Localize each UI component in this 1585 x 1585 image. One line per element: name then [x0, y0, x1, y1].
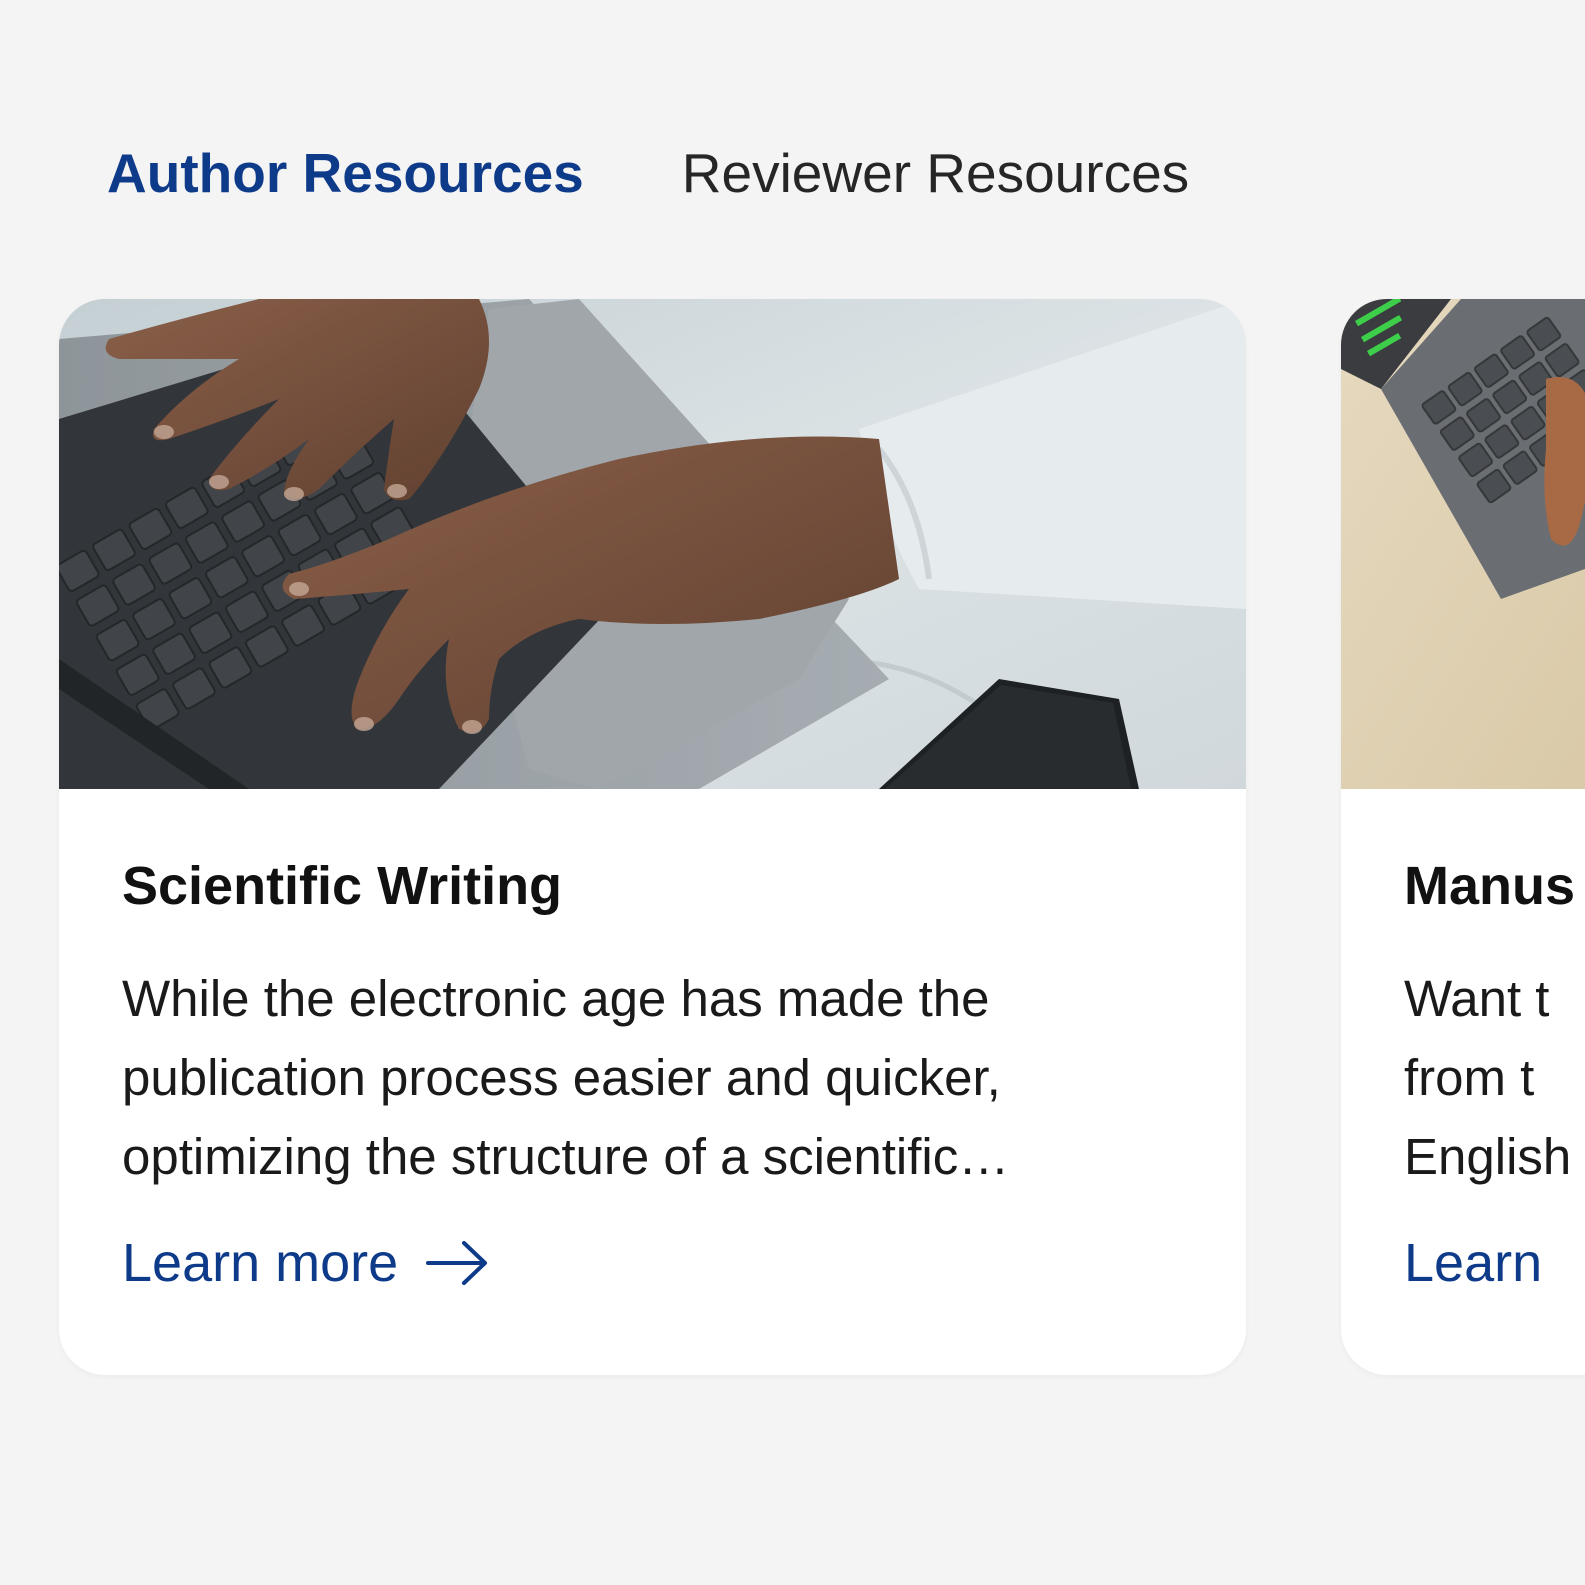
resource-tabs: Author Resources Reviewer Resources — [107, 138, 1189, 208]
laptop-keyboard-photo — [1341, 299, 1585, 789]
card-description: Want t from t English — [1404, 959, 1585, 1196]
card-description-text: Want t from t English — [1404, 970, 1572, 1185]
learn-more-link[interactable]: Learn — [1404, 1228, 1542, 1298]
card-title: Manus — [1404, 856, 1576, 916]
learn-more-label: Learn more — [122, 1233, 399, 1293]
card-body: Manus Want t from t English Learn — [1341, 789, 1585, 1298]
card-image-laptop-keyboard — [1341, 299, 1585, 789]
resource-card-manuscript[interactable]: Manus Want t from t English Learn — [1341, 299, 1585, 1375]
card-image-laptop-typing — [59, 299, 1246, 789]
tab-author-resources[interactable]: Author Resources — [107, 138, 584, 208]
card-title: Scientific Writing — [122, 856, 563, 916]
resource-card-scientific-writing[interactable]: Scientific Writing While the electronic … — [59, 299, 1246, 1375]
card-body: Scientific Writing While the electronic … — [59, 789, 1246, 1298]
tab-reviewer-resources[interactable]: Reviewer Resources — [682, 138, 1189, 208]
learn-more-label: Learn — [1404, 1233, 1543, 1293]
arrow-right-icon — [426, 1241, 488, 1285]
learn-more-link[interactable]: Learn more — [122, 1228, 488, 1298]
resources-page: Author Resources Reviewer Resources Scie… — [0, 0, 1585, 1585]
laptop-typing-photo — [59, 299, 1246, 789]
card-description: While the electronic age has made the pu… — [122, 970, 1010, 1185]
